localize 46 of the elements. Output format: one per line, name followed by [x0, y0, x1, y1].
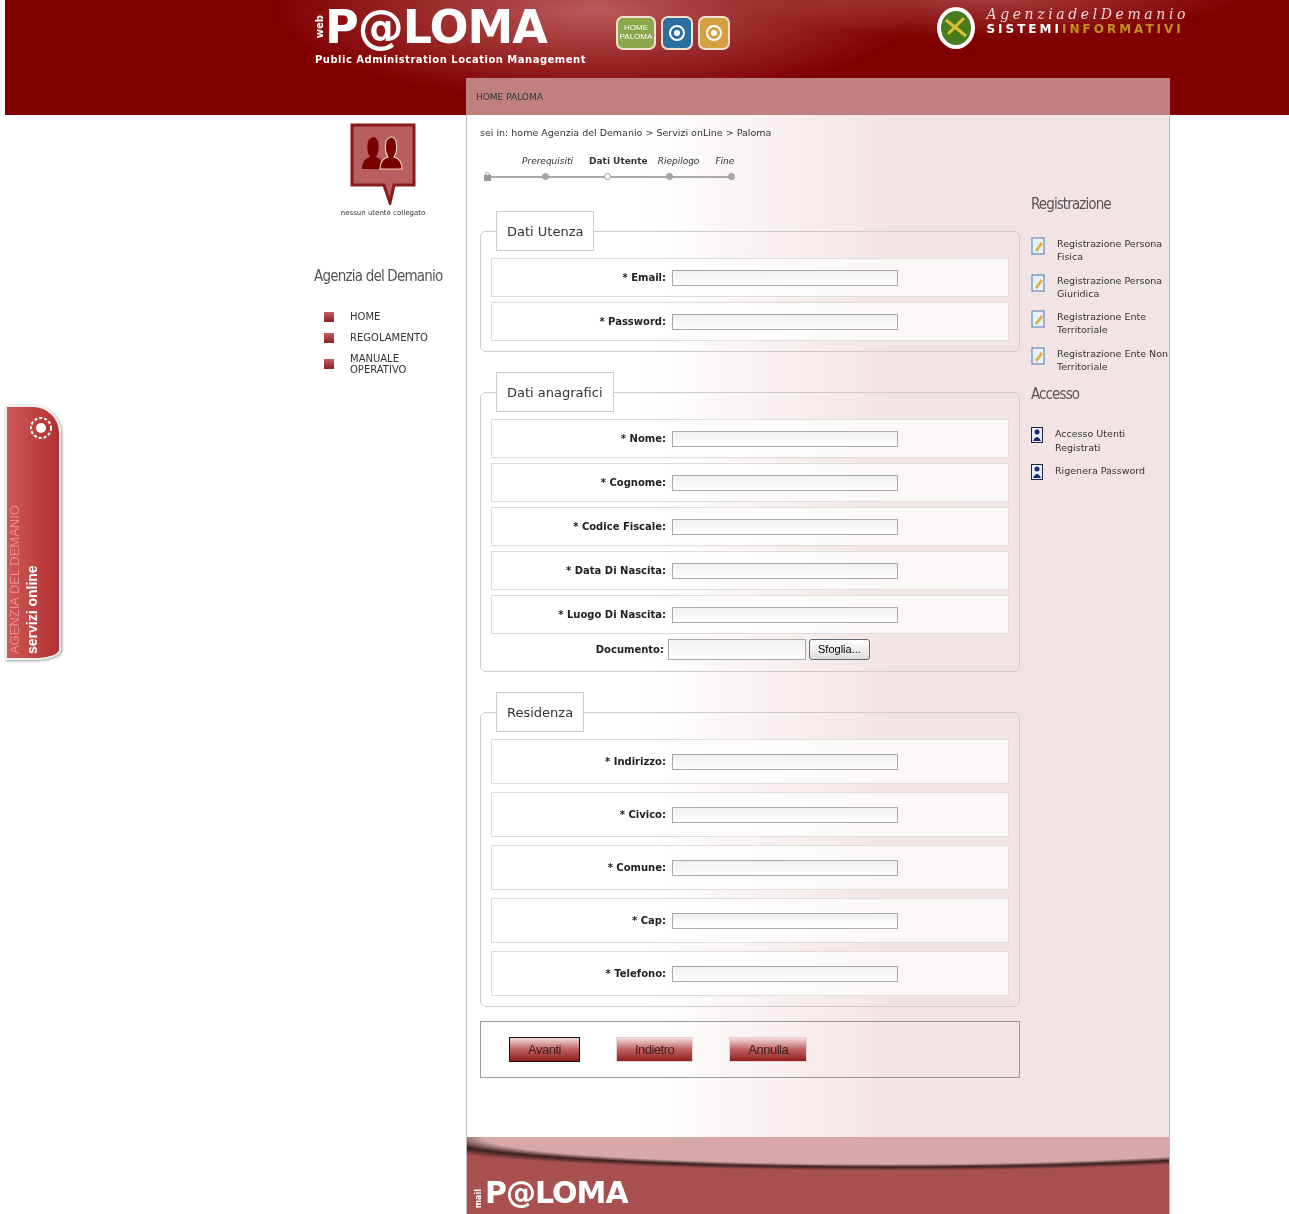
panel-link[interactable]: Registrazione Ente Non Territoriale	[1031, 346, 1169, 374]
systems-label: SISTEMI	[986, 22, 1062, 36]
sidebar-link[interactable]: REGOLAMENTO	[324, 332, 434, 343]
nav-bar[interactable]: HOME PALOMA	[466, 78, 1170, 115]
field-label: * Cap:	[631, 915, 667, 926]
field-label: * Data Di Nascita:	[565, 565, 667, 576]
wizard-step: Fine	[715, 156, 735, 166]
panel-link[interactable]: Rigenera Password	[1031, 463, 1169, 480]
footer-logo: P@LOMA	[485, 1178, 628, 1208]
field-label: * Nome:	[619, 433, 667, 444]
side-tab-agency: AGENZIA DEL DEMANIO	[7, 504, 22, 654]
field-label: * Luogo Di Nascita:	[557, 609, 667, 620]
panel-link[interactable]: Registrazione Persona Fisica	[1031, 237, 1169, 264]
section-title: Dati Utenza	[496, 211, 595, 251]
footer-logo-prefix: mail	[475, 1188, 483, 1208]
breadcrumb: sei in: home Agenzia del Demanio > Servizi onLine > Paloma	[480, 127, 773, 138]
panel-link[interactable]: Accesso Utenti Registrati	[1031, 427, 1169, 454]
section-title: Residenza	[496, 692, 585, 732]
wizard-step: Dati Utente	[589, 156, 648, 166]
sidebar-title: Agenzia del Demanio	[314, 267, 444, 285]
sidebar-link[interactable]: HOME	[324, 311, 434, 322]
sidebar-link[interactable]: MANUALE OPERATIVO	[324, 353, 434, 375]
field-label: * Civico:	[618, 809, 667, 820]
field-label: Documento:	[594, 643, 665, 655]
wizard-step: Riepilogo	[657, 156, 700, 166]
field-label: * Password:	[598, 316, 667, 327]
logo-prefix: web	[315, 15, 325, 39]
panel-title: Registrazione	[1031, 195, 1112, 213]
panel-link[interactable]: Registrazione Ente Territoriale	[1031, 310, 1169, 337]
browse-button[interactable]: Sfoglia...	[809, 638, 870, 660]
field-label: * Comune:	[606, 862, 667, 873]
field-label: * Telefono:	[604, 968, 667, 979]
agency-name: AgenziadelDemanio	[986, 6, 1189, 22]
field-label: * Codice Fiscale:	[572, 521, 667, 532]
logo: P@LOMA	[325, 4, 547, 50]
field-label: * Email:	[621, 272, 667, 283]
panel-title: Accesso	[1031, 385, 1081, 404]
wizard-step: Prerequisiti	[522, 156, 574, 166]
field-label: * Indirizzo:	[604, 756, 667, 767]
side-tab-label: servizi online	[24, 564, 40, 654]
informatics-label: INFORMATIVI	[1062, 22, 1184, 36]
logo-subtitle: Public Administration Location Management	[315, 54, 586, 65]
field-label: * Cognome:	[599, 477, 667, 488]
panel-link[interactable]: Registrazione Persona Giuridica	[1031, 273, 1169, 301]
side-tab[interactable]: AGENZIA DEL DEMANIO servizi online	[5, 405, 61, 660]
section-title: Dati anagrafici	[496, 372, 614, 412]
